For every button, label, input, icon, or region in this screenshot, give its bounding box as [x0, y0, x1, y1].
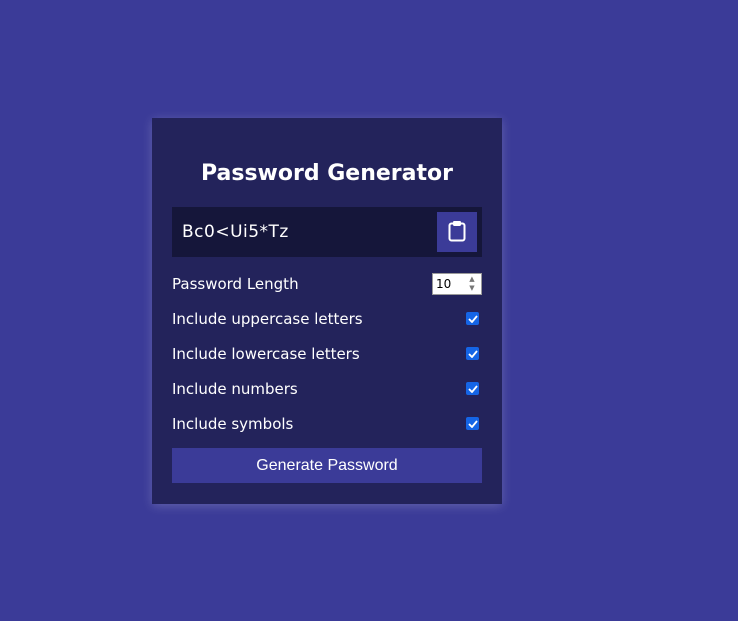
numbers-checkbox[interactable]	[466, 382, 479, 395]
checkmark-icon	[467, 349, 478, 358]
setting-symbols: Include symbols	[172, 406, 482, 441]
clipboard-icon	[448, 220, 466, 245]
copy-to-clipboard-button[interactable]	[437, 212, 477, 252]
setting-uppercase: Include uppercase letters	[172, 301, 482, 336]
page-title: Password Generator	[200, 161, 453, 186]
setting-password-length: Password Length 10 ▲ ▼	[172, 266, 482, 301]
numbers-label: Include numbers	[172, 379, 298, 398]
symbols-label: Include symbols	[172, 414, 294, 433]
password-length-value: 10	[436, 276, 452, 291]
checkmark-icon	[467, 419, 478, 428]
checkmark-icon	[467, 314, 478, 323]
generate-password-button[interactable]: Generate Password	[172, 448, 482, 483]
number-spinner[interactable]: ▲ ▼	[463, 274, 481, 294]
password-length-input[interactable]: 10 ▲ ▼	[432, 272, 482, 295]
spinner-down-icon[interactable]: ▼	[469, 284, 474, 293]
setting-lowercase: Include lowercase letters	[172, 336, 482, 371]
settings-list: Password Length 10 ▲ ▼ Include uppercase…	[172, 266, 482, 441]
setting-numbers: Include numbers	[172, 371, 482, 406]
password-result-text: Bc0<Ui5*Tz	[182, 222, 289, 242]
password-result-box: Bc0<Ui5*Tz	[172, 207, 482, 257]
checkmark-icon	[467, 384, 478, 393]
password-generator-card: Password Generator Bc0<Ui5*Tz Password L…	[152, 118, 502, 504]
lowercase-checkbox[interactable]	[466, 347, 479, 360]
uppercase-label: Include uppercase letters	[172, 309, 363, 328]
uppercase-checkbox[interactable]	[466, 312, 479, 325]
password-length-label: Password Length	[172, 274, 299, 293]
spinner-up-icon[interactable]: ▲	[469, 275, 474, 284]
lowercase-label: Include lowercase letters	[172, 344, 360, 363]
symbols-checkbox[interactable]	[466, 417, 479, 430]
